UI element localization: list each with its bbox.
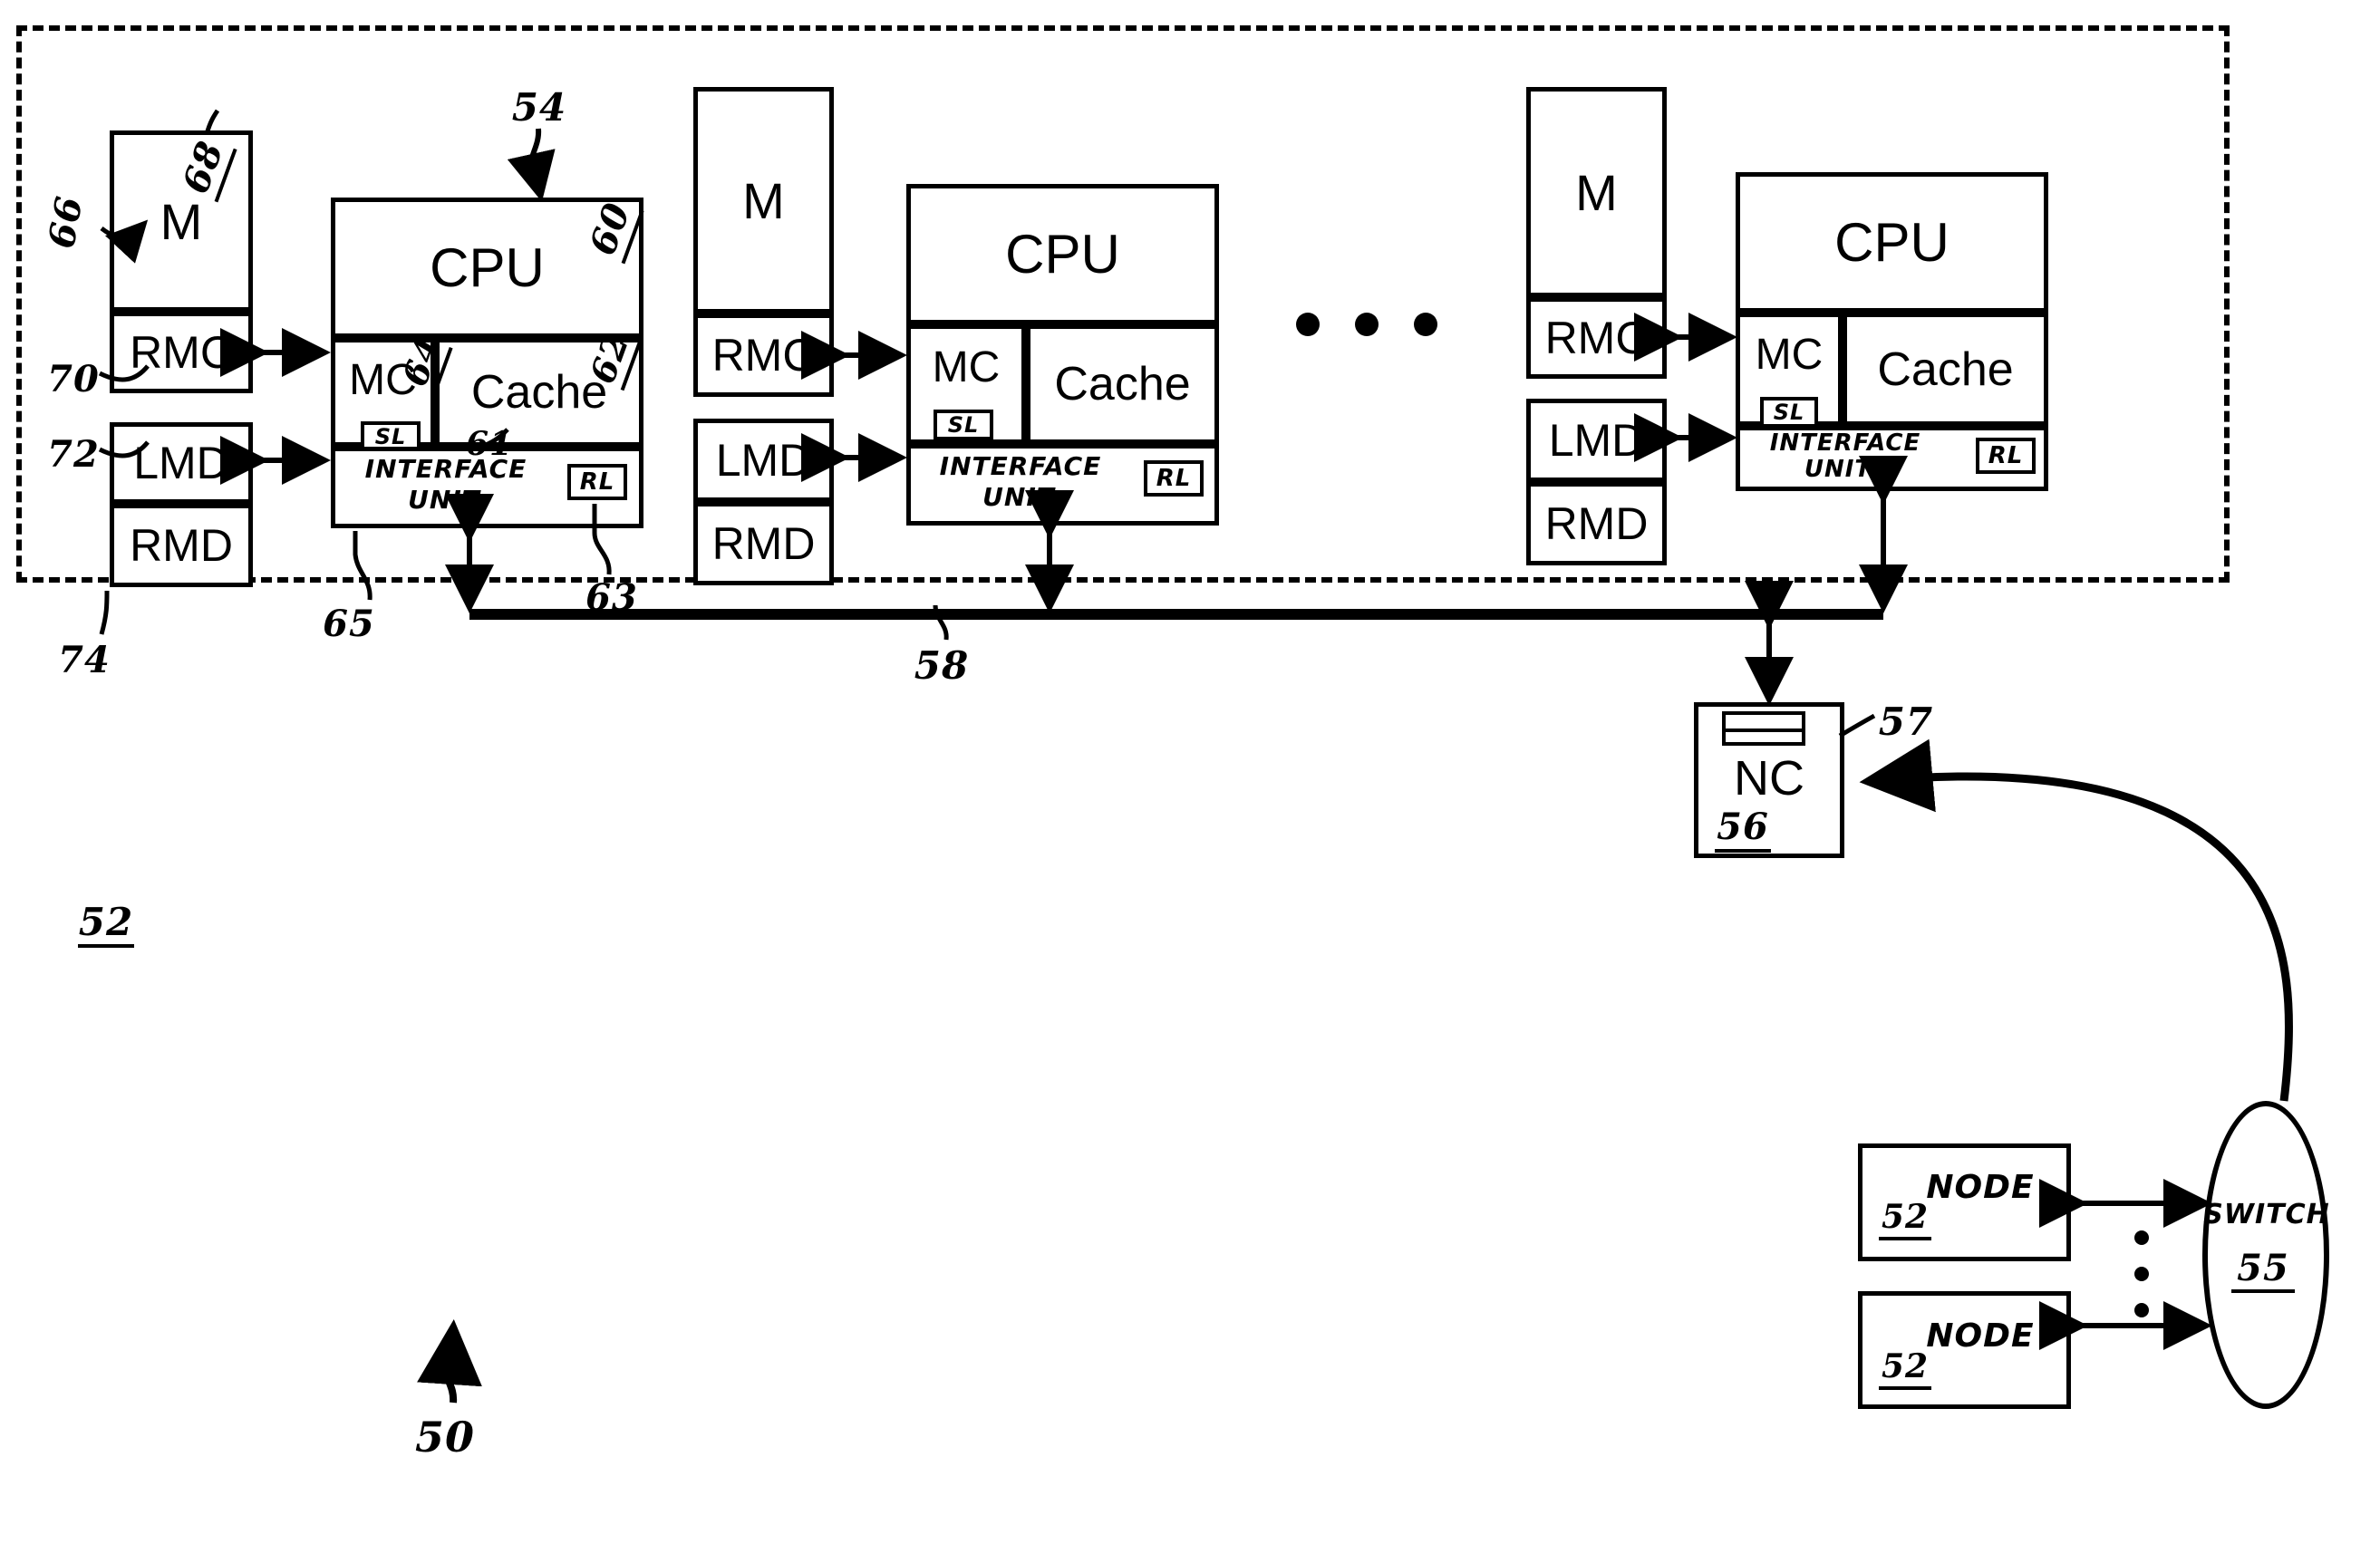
cpu-label-n: CPU bbox=[1834, 212, 1949, 273]
lmd-label-2: LMD bbox=[715, 435, 812, 486]
ref-node-b-52: 52 bbox=[1879, 1347, 1931, 1390]
ref-57: 57 bbox=[1878, 699, 1934, 744]
switch-ref-55: 55 bbox=[2231, 1249, 2295, 1293]
ref-74: 74 bbox=[58, 638, 111, 681]
sl-box-2: SL bbox=[934, 410, 993, 440]
ref-65: 65 bbox=[323, 602, 375, 645]
rl-label-1: RL bbox=[579, 468, 615, 496]
rmc-label-1: RMC bbox=[130, 327, 233, 378]
ref-56: 56 bbox=[1715, 806, 1771, 853]
leader-74 bbox=[99, 590, 110, 635]
ref-70: 70 bbox=[47, 357, 100, 400]
nc-queue-divider bbox=[1722, 728, 1805, 732]
ref-node-a-52: 52 bbox=[1879, 1198, 1931, 1240]
interface-unit-label-line2-2: UNIT bbox=[982, 481, 1055, 512]
ref-54: 54 bbox=[511, 84, 567, 130]
interface-unit-label-line1-1: INTERFACE bbox=[364, 453, 527, 484]
ref-61: 61 bbox=[465, 425, 514, 463]
ref-50: 50 bbox=[414, 1413, 475, 1462]
interface-unit-label-line1-n: INTERFACE bbox=[1769, 429, 1921, 457]
rl-box-n: RL bbox=[1976, 438, 2036, 474]
lmd-label-1: LMD bbox=[133, 438, 229, 488]
rmd-label-2: RMD bbox=[711, 518, 816, 569]
nc-label: NC bbox=[1734, 751, 1804, 806]
leader-50 bbox=[417, 1319, 482, 1404]
ellipsis-dot-3 bbox=[1414, 313, 1437, 336]
ellipsis-dot-2 bbox=[1355, 313, 1379, 336]
leader-57 bbox=[1838, 713, 1876, 738]
switch-label: SWITCH bbox=[2203, 1198, 2330, 1230]
mc-label-2: MC bbox=[932, 343, 1001, 391]
memory-label-2: M bbox=[742, 171, 785, 229]
ref-66: 66 bbox=[39, 192, 92, 252]
rl-label-2: RL bbox=[1156, 465, 1192, 492]
ref-58: 58 bbox=[914, 642, 970, 688]
node-ellipsis-dot-3 bbox=[2134, 1303, 2149, 1317]
rmc-label-2: RMC bbox=[711, 330, 816, 381]
nc-to-switch-link bbox=[1859, 738, 2294, 1102]
interface-unit-label-line2-n: UNIT bbox=[1804, 456, 1872, 483]
ref-52: 52 bbox=[78, 902, 134, 948]
mc-label-n: MC bbox=[1755, 330, 1824, 379]
rmc-label-n: RMC bbox=[1544, 313, 1649, 363]
sl-label-n: SL bbox=[1773, 400, 1805, 425]
cache-label-n: Cache bbox=[1877, 343, 2014, 396]
ellipsis-dot-1 bbox=[1296, 313, 1320, 336]
cpu-label-2: CPU bbox=[1005, 224, 1120, 285]
sl-box-n: SL bbox=[1760, 397, 1818, 428]
ref-63: 63 bbox=[585, 575, 638, 619]
node-ellipsis-dot-1 bbox=[2134, 1230, 2149, 1245]
sl-label-2: SL bbox=[947, 412, 980, 438]
figure-canvas: M RMC LMD RMD CPU MC SL Cache INTERFACE … bbox=[0, 0, 2380, 1563]
rmd-label-1: RMD bbox=[130, 520, 233, 571]
sl-label-1: SL bbox=[374, 424, 407, 449]
ref-72: 72 bbox=[47, 432, 100, 476]
lmd-label-n: LMD bbox=[1548, 415, 1645, 466]
rl-box-1: RL bbox=[567, 464, 627, 500]
node-ellipsis-dot-2 bbox=[2134, 1267, 2149, 1281]
cache-label-2: Cache bbox=[1054, 358, 1191, 410]
rl-label-n: RL bbox=[1988, 442, 2024, 469]
interface-unit-label-line1-2: INTERFACE bbox=[939, 450, 1102, 481]
system-bus bbox=[469, 609, 1883, 620]
memory-label-n: M bbox=[1575, 163, 1618, 221]
rl-box-2: RL bbox=[1144, 460, 1204, 497]
interface-unit-label-line2-1: UNIT bbox=[408, 484, 480, 515]
rmd-label-n: RMD bbox=[1544, 498, 1649, 549]
